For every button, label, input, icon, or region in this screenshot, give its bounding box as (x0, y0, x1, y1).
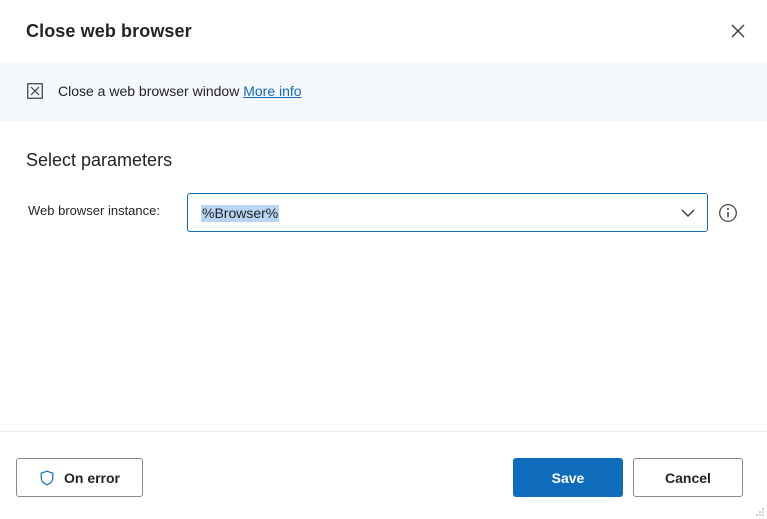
action-description-text: Close a web browser window (58, 83, 240, 99)
web-browser-instance-value: %Browser% (201, 205, 280, 222)
web-browser-instance-input[interactable]: %Browser% (187, 193, 708, 232)
footer-divider (0, 431, 767, 432)
cancel-button[interactable]: Cancel (633, 458, 743, 497)
info-icon[interactable] (718, 203, 738, 223)
chevron-down-icon[interactable] (680, 205, 696, 221)
shield-icon (39, 470, 55, 486)
close-icon (731, 24, 745, 38)
resize-grip-icon[interactable] (753, 505, 765, 517)
more-info-link[interactable]: More info (243, 83, 301, 99)
close-web-browser-dialog: Close web browser Close a web browser wi… (0, 0, 767, 519)
dialog-title: Close web browser (26, 21, 192, 41)
close-window-action-icon (27, 83, 43, 99)
close-button[interactable] (726, 19, 750, 43)
on-error-label: On error (63, 469, 120, 486)
web-browser-instance-label: Web browser instance: (28, 203, 160, 218)
select-parameters-heading: Select parameters (26, 150, 173, 170)
action-description: Close a web browser window More info (58, 83, 302, 99)
save-button[interactable]: Save (513, 458, 623, 497)
on-error-button[interactable]: On error (16, 458, 143, 497)
dialog-header: Close web browser (0, 0, 767, 62)
